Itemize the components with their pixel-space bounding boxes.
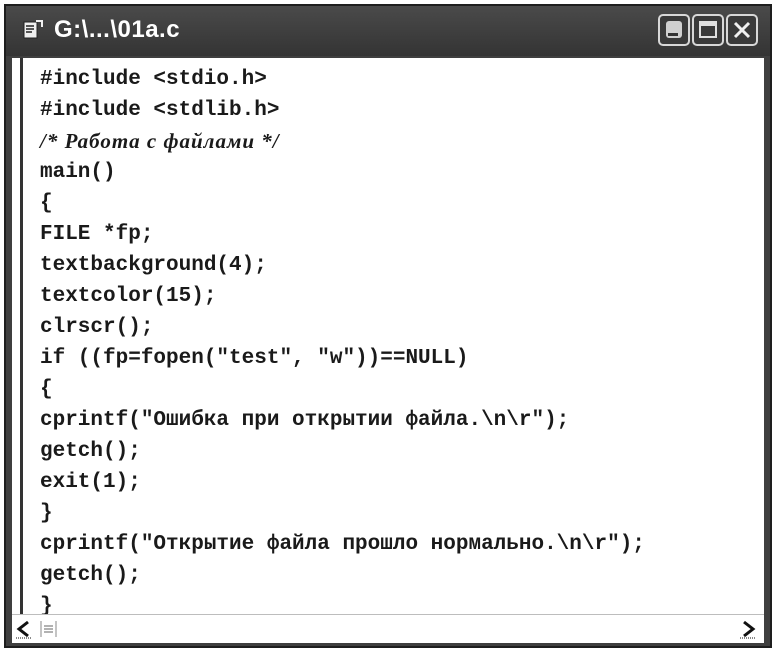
code-comment-line[interactable]: /* Работа с файлами */ <box>40 126 645 157</box>
close-button[interactable] <box>726 14 758 46</box>
code-line[interactable]: } <box>40 591 645 614</box>
code-line[interactable]: if ((fp=fopen("test", "w"))==NULL) <box>40 343 645 374</box>
code-editor[interactable]: #include <stdio.h> #include <stdlib.h> /… <box>12 58 764 614</box>
maximize-icon <box>699 21 717 38</box>
minimize-button[interactable] <box>658 14 690 46</box>
gutter-line <box>20 58 23 614</box>
code-line[interactable]: getch(); <box>40 560 645 591</box>
code-lines: #include <stdio.h> #include <stdlib.h> /… <box>40 64 645 614</box>
scroll-right-icon[interactable] <box>738 619 758 639</box>
scroll-left-icon[interactable] <box>14 619 34 639</box>
minimize-icon <box>666 21 682 38</box>
close-icon <box>733 21 751 39</box>
maximize-button[interactable] <box>692 14 724 46</box>
code-line[interactable]: #include <stdlib.h> <box>40 95 645 126</box>
editor-window: G:\...\01a.c #include <stdio.h> #include… <box>4 4 772 648</box>
code-line[interactable]: getch(); <box>40 436 645 467</box>
code-line[interactable]: clrscr(); <box>40 312 645 343</box>
status-bar <box>12 614 764 643</box>
code-line[interactable]: } <box>40 498 645 529</box>
code-line[interactable]: textcolor(15); <box>40 281 645 312</box>
code-line[interactable]: cprintf("Открытие файла прошло нормально… <box>40 529 645 560</box>
code-line[interactable]: { <box>40 188 645 219</box>
window-title: G:\...\01a.c <box>54 16 181 43</box>
code-line[interactable]: #include <stdio.h> <box>40 64 645 95</box>
code-line[interactable]: main() <box>40 157 645 188</box>
list-view-icon[interactable] <box>40 620 58 638</box>
code-line[interactable]: { <box>40 374 645 405</box>
code-line[interactable]: exit(1); <box>40 467 645 498</box>
code-line[interactable]: FILE *fp; <box>40 219 645 250</box>
source-file-icon <box>22 19 44 41</box>
code-line[interactable]: cprintf("Ошибка при открытии файла.\n\r"… <box>40 405 645 436</box>
code-line[interactable]: textbackground(4); <box>40 250 645 281</box>
title-bar[interactable]: G:\...\01a.c <box>6 6 770 56</box>
